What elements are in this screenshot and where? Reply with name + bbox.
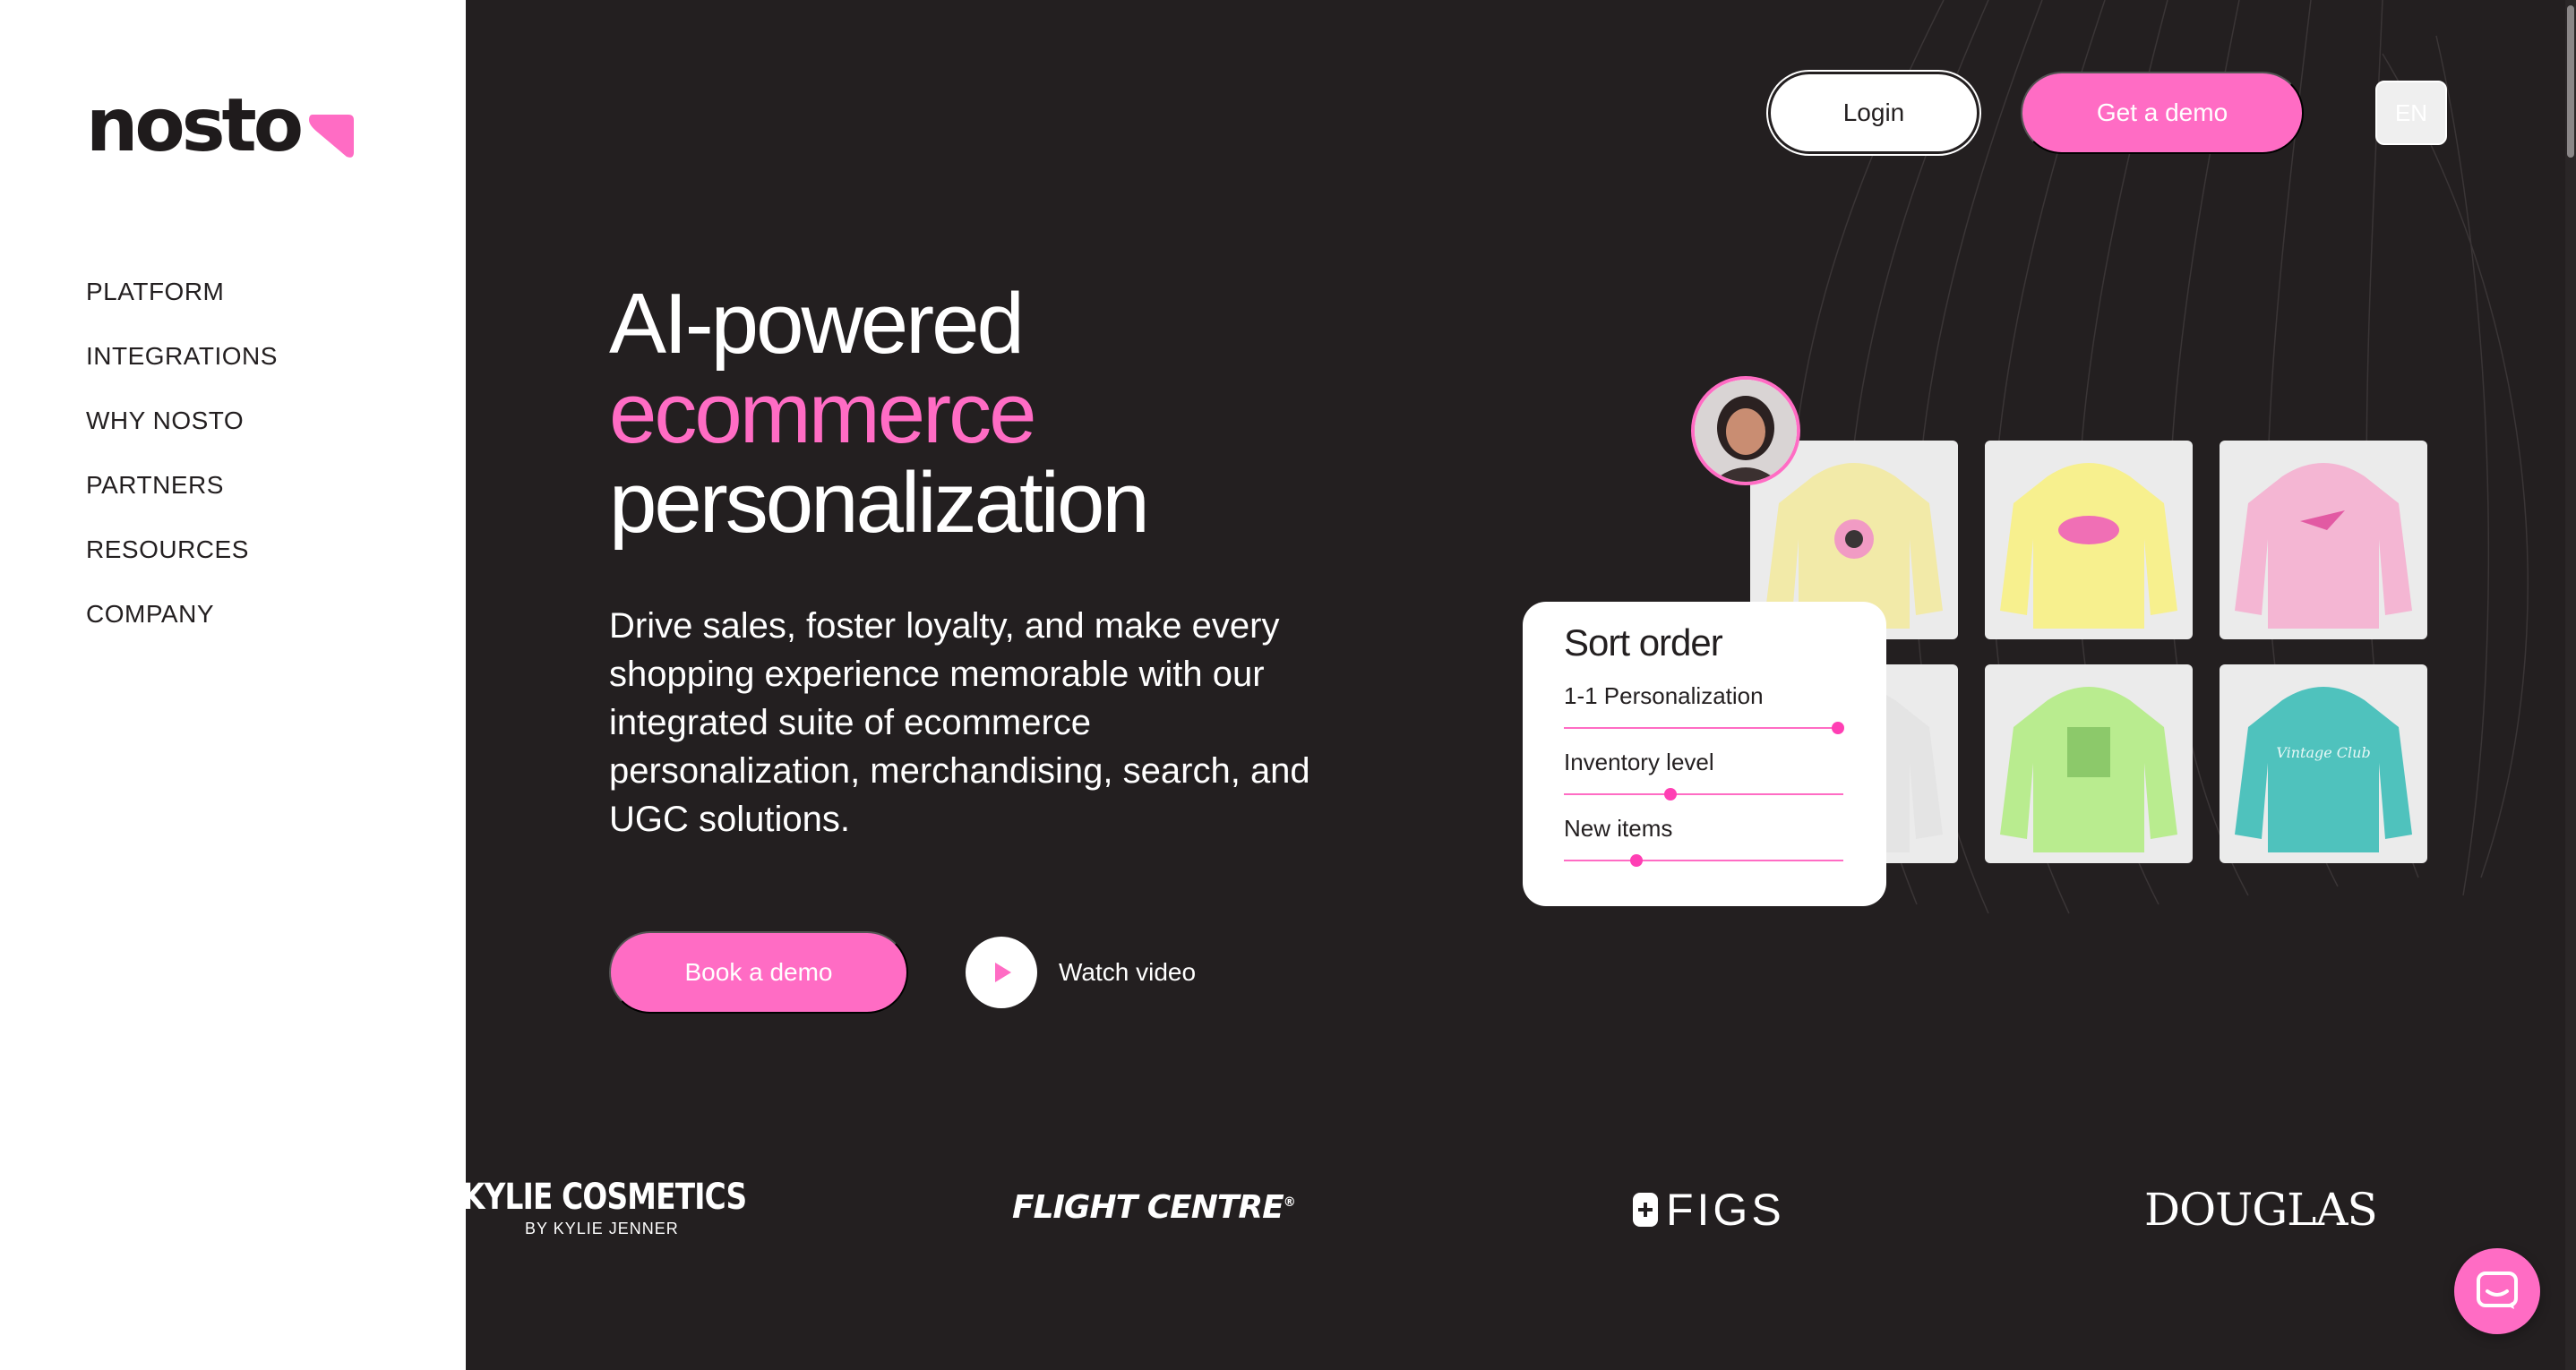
slider-thumb[interactable] [1831, 722, 1844, 734]
page-scrollbar-track[interactable] [2565, 0, 2576, 1370]
hoodie-image [2235, 463, 2412, 629]
watch-video-button[interactable]: Watch video [966, 937, 1196, 1008]
figs-text: FIGS [1666, 1185, 1785, 1235]
douglas-logo: DOUGLAS [2144, 1184, 2378, 1236]
flight-centre-text: FLIGHT CENTRE [1012, 1189, 1284, 1226]
product-tile-2 [1985, 441, 2193, 639]
flight-centre-logo: FLIGHT CENTRE® [1012, 1189, 1296, 1226]
login-button[interactable]: Login [1768, 72, 1979, 154]
chat-launcher-button[interactable] [2454, 1248, 2540, 1334]
main-nav: PLATFORM INTEGRATIONS WHY NOSTO PARTNERS… [86, 274, 278, 661]
page-scrollbar-thumb[interactable] [2567, 5, 2574, 158]
watch-video-label: Watch video [1059, 958, 1197, 986]
nav-item-integrations[interactable]: INTEGRATIONS [86, 338, 278, 403]
slider-track[interactable] [1564, 788, 1843, 801]
nav-item-why-nosto[interactable]: WHY NOSTO [86, 403, 278, 467]
shopper-avatar [1691, 376, 1800, 485]
book-demo-button[interactable]: Book a demo [609, 931, 908, 1014]
slider-personalization[interactable]: 1-1 Personalization [1564, 682, 1845, 734]
kylie-logo-sub: BY KYLIE JENNER [525, 1220, 679, 1237]
hero-description: Drive sales, foster loyalty, and make ev… [609, 606, 1310, 839]
registered-mark: ® [1283, 1195, 1296, 1210]
hoodie-image: Vintage Club [2235, 687, 2412, 852]
logo-text: nosto [86, 83, 304, 168]
sidebar: nosto PLATFORM INTEGRATIONS WHY NOSTO PA… [0, 0, 466, 1370]
slider-track[interactable] [1564, 722, 1844, 734]
hoodie-print-text: Vintage Club [2276, 744, 2370, 761]
slider-label: 1-1 Personalization [1564, 682, 1764, 709]
sort-order-card: Sort order 1-1 Personalization Inventory… [1523, 602, 1886, 906]
hero-title-line-1: AI-powered [609, 276, 1025, 372]
logo-mark-icon [309, 115, 355, 158]
slider-thumb[interactable] [1630, 854, 1644, 867]
slider-label: Inventory level [1564, 749, 1714, 775]
hoodie-image [2000, 687, 2177, 852]
product-tile-5 [1985, 664, 2193, 863]
figs-logo: FIGS [1632, 1184, 1785, 1236]
slider-thumb[interactable] [1663, 788, 1677, 801]
slider-inventory-level[interactable]: Inventory level [1564, 749, 1845, 801]
chat-icon [2477, 1272, 2518, 1309]
kylie-logo-main: KYLIE COSMETICS [466, 1177, 747, 1218]
slider-track[interactable] [1564, 854, 1843, 867]
nosto-logo[interactable]: nosto [86, 83, 355, 168]
hero-title: AI-powered ecommerce personalization [609, 276, 1150, 551]
figs-mark-icon [1633, 1193, 1658, 1227]
nav-item-platform[interactable]: PLATFORM [86, 274, 278, 338]
person-icon [1695, 380, 1797, 482]
product-tile-6: Vintage Club [2220, 664, 2427, 863]
hoodie-image [2000, 463, 2177, 629]
play-icon [966, 937, 1037, 1008]
get-demo-button[interactable]: Get a demo [2021, 72, 2304, 154]
nav-item-resources[interactable]: RESOURCES [86, 532, 278, 596]
product-tile-3 [2220, 441, 2427, 639]
hero-title-line-3: personalization [609, 455, 1150, 551]
slider-new-items[interactable]: New items [1564, 815, 1845, 867]
kylie-cosmetics-logo: KYLIE COSMETICS BY KYLIE JENNER [466, 1177, 809, 1238]
sort-order-title: Sort order [1564, 621, 1723, 664]
nav-item-partners[interactable]: PARTNERS [86, 467, 278, 532]
hero-section: Login Get a demo EN AI-powered ecommerce… [466, 0, 2576, 1370]
slider-label: New items [1564, 815, 1673, 842]
nav-item-company[interactable]: COMPANY [86, 596, 278, 661]
language-selector[interactable]: EN [2375, 81, 2447, 145]
hero-title-line-2: ecommerce [609, 365, 1036, 461]
